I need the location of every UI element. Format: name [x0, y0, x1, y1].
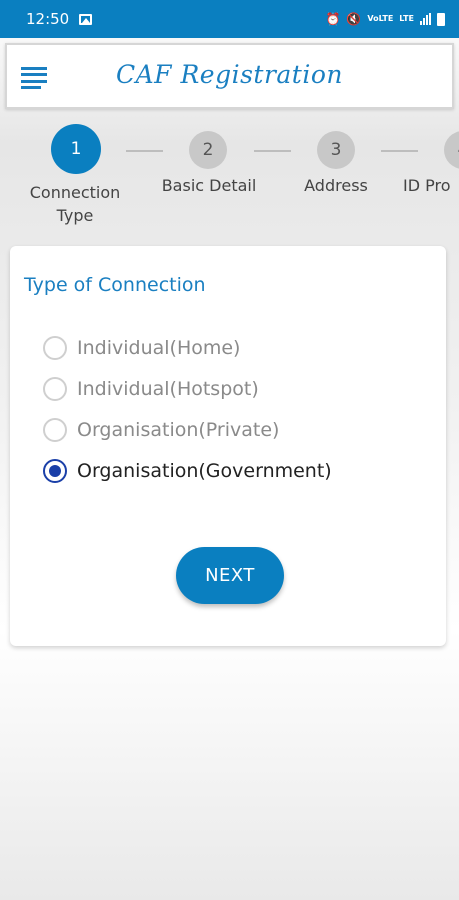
option-label: Individual(Home)	[77, 337, 241, 359]
option-organisation-private[interactable]: Organisation(Private)	[43, 418, 279, 442]
step-4-label: ID Pro	[403, 176, 451, 195]
step-2-circle[interactable]: 2	[189, 131, 227, 169]
battery-icon	[437, 12, 445, 26]
status-time: 12:50	[26, 10, 70, 28]
status-left: 12:50	[26, 10, 93, 28]
step-3-circle[interactable]: 3	[317, 131, 355, 169]
option-individual-hotspot[interactable]: Individual(Hotspot)	[43, 377, 259, 401]
radio-button[interactable]	[43, 418, 67, 442]
next-button[interactable]: NEXT	[176, 547, 284, 604]
option-label: Organisation(Private)	[77, 419, 280, 441]
option-label: Individual(Hotspot)	[77, 378, 259, 400]
radio-button[interactable]	[43, 377, 67, 401]
option-individual-home[interactable]: Individual(Home)	[43, 336, 240, 360]
step-connector	[381, 150, 418, 152]
signal-bars-icon	[420, 13, 431, 25]
mute-icon: 🔇	[346, 12, 362, 26]
section-title: Type of Connection	[24, 274, 206, 296]
step-connector	[254, 150, 291, 152]
option-label: Organisation(Government)	[77, 460, 332, 482]
lte-signal-icon: LTE	[399, 14, 414, 23]
step-2-label: Basic Detail	[161, 176, 257, 195]
image-icon	[79, 13, 93, 25]
radio-button[interactable]	[43, 336, 67, 360]
connection-type-card: Type of Connection Individual(Home) Indi…	[10, 246, 446, 646]
alarm-icon: ⏰	[325, 12, 341, 26]
option-organisation-government[interactable]: Organisation(Government)	[43, 459, 332, 483]
step-4-circle[interactable]: 4	[444, 131, 459, 169]
step-3-label: Address	[304, 176, 368, 195]
step-connector	[126, 150, 163, 152]
page-title: CAF Registration	[115, 60, 344, 89]
step-1-label: Connection Type	[29, 183, 121, 225]
step-1-circle[interactable]: 1	[51, 124, 101, 174]
status-right: ⏰ 🔇 VoLTE LTE	[325, 12, 445, 26]
status-bar: 12:50 ⏰ 🔇 VoLTE LTE	[0, 0, 459, 38]
radio-button-selected[interactable]	[43, 459, 67, 483]
registration-stepper: 1 2 3 4 Connection Type Basic Detail Add…	[0, 124, 459, 234]
app-header: CAF Registration	[5, 43, 454, 109]
volte-icon: VoLTE	[367, 14, 394, 23]
